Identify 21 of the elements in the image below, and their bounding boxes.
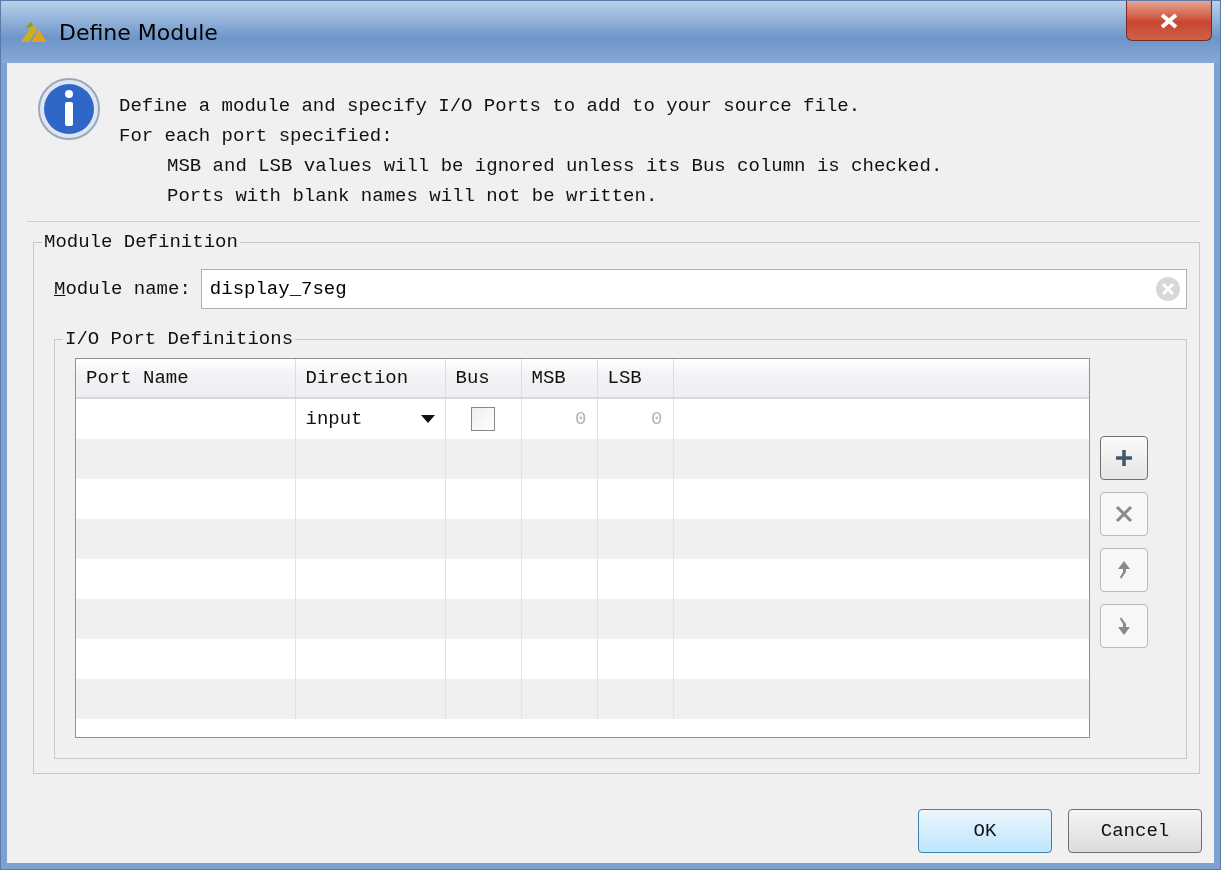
dropdown-caret-icon bbox=[420, 415, 435, 423]
add-button[interactable] bbox=[1100, 436, 1148, 480]
column-header[interactable]: LSB bbox=[597, 359, 673, 398]
close-icon bbox=[1158, 11, 1180, 30]
column-header[interactable]: Direction bbox=[295, 359, 445, 398]
column-header[interactable]: Port Name bbox=[76, 359, 295, 398]
window-title: Define Module bbox=[59, 19, 218, 45]
info-text: For each port specified: bbox=[119, 125, 394, 147]
info-icon bbox=[37, 77, 101, 141]
column-header[interactable]: Bus bbox=[445, 359, 521, 398]
column-header[interactable]: MSB bbox=[521, 359, 597, 398]
info-text: MSB and LSB values will be ignored unless its Bus column is checked. bbox=[166, 155, 943, 177]
bus-checkbox[interactable] bbox=[471, 407, 495, 431]
ok-button[interactable]: OK bbox=[918, 809, 1052, 853]
info-text: Ports with blank names will not be written. bbox=[166, 185, 659, 207]
cancel-button[interactable]: Cancel bbox=[1068, 809, 1202, 853]
app-logo-icon bbox=[19, 20, 49, 44]
close-button[interactable] bbox=[1126, 1, 1212, 41]
info-text: Define a module and specify I/O Ports to add to your source file. bbox=[119, 95, 862, 117]
module-name-field[interactable]: display_7seg bbox=[200, 269, 1187, 309]
field-label: Module name: bbox=[54, 278, 191, 300]
